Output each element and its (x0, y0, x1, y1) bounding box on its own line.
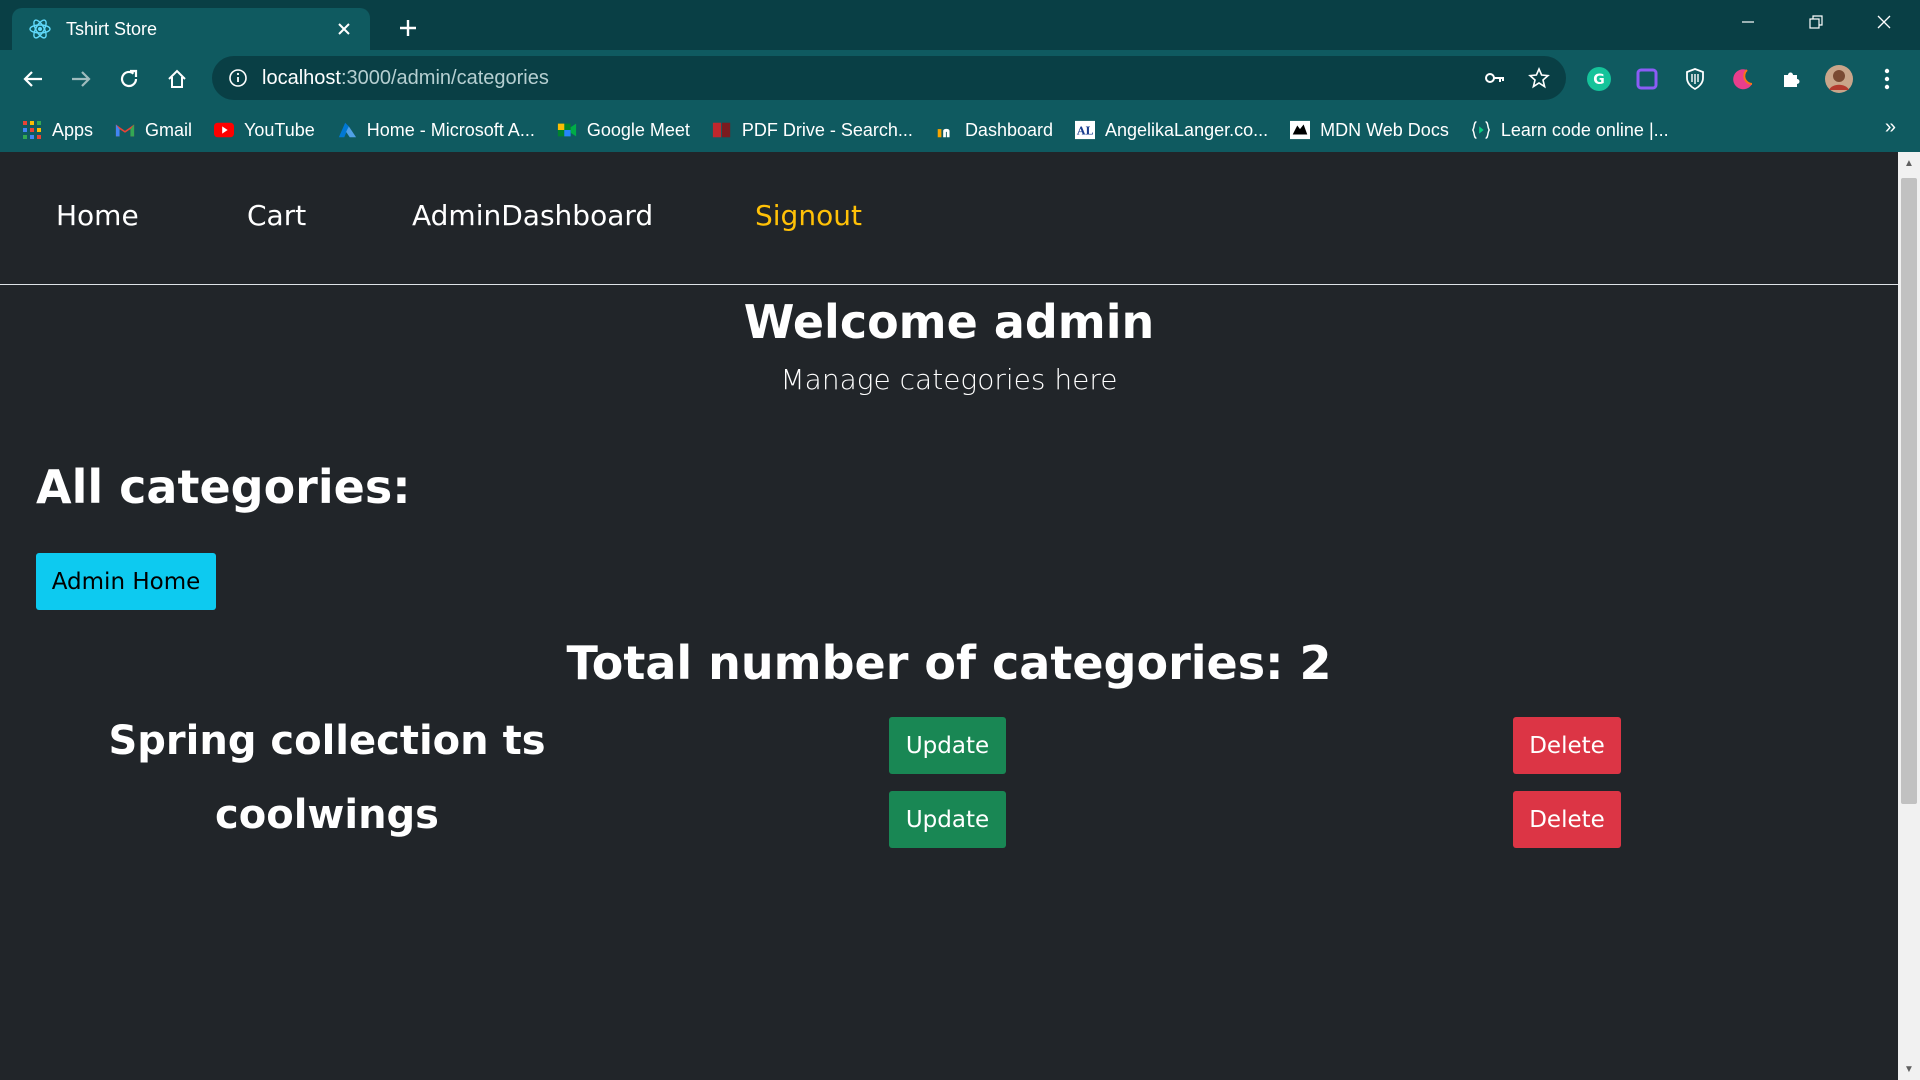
category-name: Spring collection ts (108, 718, 546, 764)
browser-tab-bar: Tshirt Store (0, 0, 1920, 50)
delete-category-button[interactable]: Delete (1513, 717, 1621, 774)
dashboard-icon (935, 120, 955, 140)
svg-text:G: G (1593, 72, 1605, 88)
purple-extension-icon[interactable] (1630, 62, 1664, 96)
restore-icon[interactable] (1794, 6, 1838, 38)
more-bookmarks-chevron-icon[interactable]: » (1885, 116, 1896, 139)
scrollbar-thumb[interactable] (1901, 178, 1917, 804)
bookmark-google-meet[interactable]: Google Meet (557, 120, 690, 141)
azure-icon (337, 120, 357, 140)
bookmark-angelikalanger[interactable]: AL AngelikaLanger.co... (1075, 120, 1268, 141)
delete-category-button[interactable]: Delete (1513, 791, 1621, 848)
vertical-scrollbar[interactable]: ▲ ▼ (1898, 152, 1920, 1080)
avatar[interactable] (1822, 62, 1856, 96)
category-row: coolwings Update Delete (0, 786, 1898, 848)
browser-toolbar: localhost:3000/admin/categories G (0, 50, 1920, 108)
nav-admin-dashboard-link[interactable]: AdminDashboard (412, 199, 653, 232)
category-row: Spring collection ts Update Delete (0, 712, 1898, 774)
admin-home-button[interactable]: Admin Home (36, 553, 216, 610)
bookmark-label: AngelikaLanger.co... (1105, 119, 1269, 140)
apps-grid-icon (22, 120, 42, 140)
bookmark-dashboard[interactable]: Dashboard (935, 120, 1053, 141)
bookmark-apps[interactable]: Apps (22, 120, 93, 141)
code-brackets-icon (1471, 120, 1491, 140)
dark-mode-moon-icon[interactable] (1726, 62, 1760, 96)
reload-icon[interactable] (112, 62, 146, 96)
svg-text:AL: AL (1076, 125, 1093, 138)
page-viewport: Home Cart AdminDashboard Signout Welcome… (0, 152, 1920, 1080)
update-category-button[interactable]: Update (889, 791, 1006, 848)
new-tab-icon[interactable] (392, 12, 424, 44)
page-header: Welcome admin Manage categories here (0, 285, 1898, 396)
close-tab-icon[interactable] (330, 15, 358, 43)
bookmark-pdf-drive[interactable]: PDF Drive - Search... (712, 120, 913, 141)
url-path: :3000/admin/categories (340, 66, 549, 89)
browser-tab[interactable]: Tshirt Store (12, 8, 370, 50)
angelikalanger-icon: AL (1075, 120, 1095, 140)
nav-home-link[interactable]: Home (56, 199, 139, 232)
bookmark-mdn[interactable]: MDN Web Docs (1290, 120, 1449, 141)
bookmark-label: YouTube (244, 119, 315, 140)
forward-arrow-icon[interactable] (64, 62, 98, 96)
close-window-icon[interactable] (1862, 6, 1906, 38)
nav-signout-link[interactable]: Signout (755, 199, 862, 232)
bookmark-label: Google Meet (586, 119, 690, 140)
bookmark-gmail[interactable]: Gmail (115, 120, 192, 141)
youtube-icon (214, 120, 235, 140)
bookmark-label: Apps (52, 119, 94, 140)
bookmark-label: Home - Microsoft A... (366, 119, 535, 140)
all-categories-heading: All categories: (36, 460, 411, 514)
more-vert-icon[interactable] (1870, 62, 1904, 96)
nav-cart-link[interactable]: Cart (247, 199, 306, 232)
tab-title: Tshirt Store (66, 18, 158, 39)
react-icon (28, 17, 52, 41)
category-name: coolwings (215, 792, 439, 838)
update-category-button[interactable]: Update (889, 717, 1006, 774)
bookmark-youtube[interactable]: YouTube (214, 120, 315, 141)
bookmark-label: PDF Drive - Search... (741, 119, 913, 140)
url-text[interactable]: localhost:3000/admin/categories (262, 67, 1478, 90)
back-arrow-icon[interactable] (16, 62, 50, 96)
grammarly-icon[interactable]: G (1582, 62, 1616, 96)
bookmarks-bar: Apps Gmail YouTube Home - Microsoft A...… (0, 108, 1920, 152)
shield-icon[interactable] (1678, 62, 1712, 96)
total-categories-heading: Total number of categories: 2 (566, 636, 1332, 690)
page-subtitle: Manage categories here (780, 363, 1118, 396)
gmail-icon (115, 120, 135, 140)
bookmark-learn-code[interactable]: Learn code online |... (1471, 120, 1669, 141)
bookmark-label: Gmail (145, 119, 193, 140)
info-icon[interactable] (226, 66, 250, 90)
url-host: localhost (262, 66, 341, 89)
scroll-down-arrow-icon[interactable]: ▼ (1898, 1058, 1920, 1080)
bookmark-label: MDN Web Docs (1320, 119, 1449, 140)
extensions-puzzle-icon[interactable] (1774, 62, 1808, 96)
scroll-up-arrow-icon[interactable]: ▲ (1898, 152, 1920, 174)
pdf-drive-icon (712, 120, 732, 140)
bookmark-microsoft-azure[interactable]: Home - Microsoft A... (337, 120, 535, 141)
key-icon[interactable] (1478, 61, 1512, 95)
google-meet-icon (557, 120, 577, 140)
bookmark-label: Dashboard (964, 119, 1053, 140)
bookmark-star-icon[interactable] (1522, 61, 1556, 95)
address-bar[interactable]: localhost:3000/admin/categories (212, 56, 1566, 100)
home-icon[interactable] (160, 62, 194, 96)
minimize-icon[interactable] (1726, 6, 1770, 38)
mdn-icon (1290, 120, 1311, 140)
page-title: Welcome admin (743, 295, 1155, 349)
bookmark-label: Learn code online |... (1500, 119, 1669, 140)
site-navbar: Home Cart AdminDashboard Signout (0, 152, 1898, 285)
